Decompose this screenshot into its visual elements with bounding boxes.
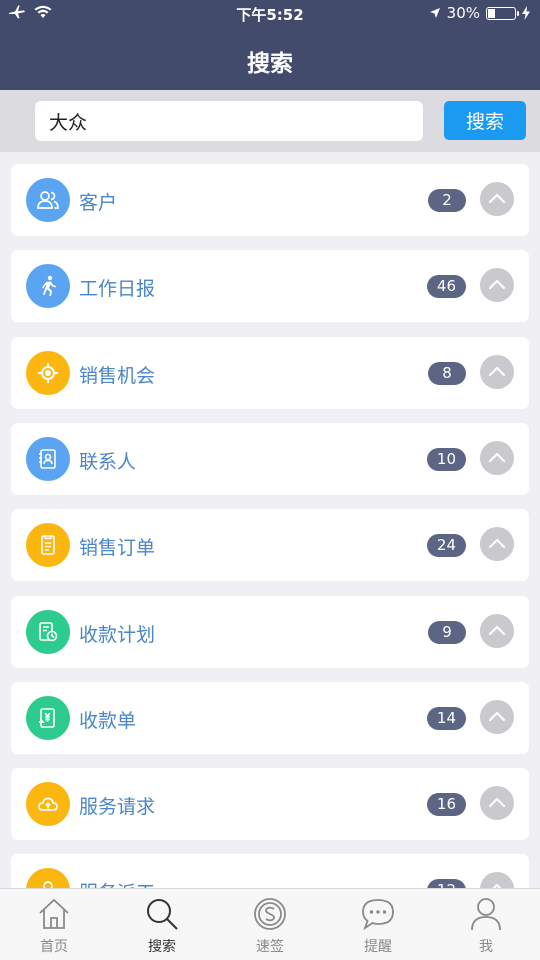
result-card[interactable]: 联系人 10 [11,422,529,495]
tab-label: 我 [479,939,493,955]
home-icon [36,896,72,932]
tab-search[interactable]: 搜索 [108,889,216,960]
result-label: 服务派工 [79,878,155,888]
profile-icon [468,896,504,932]
tab-label: 首页 [40,939,68,955]
tab-label: 搜索 [148,939,176,955]
result-list[interactable]: 客户 2 工作日报 46 销售机会 8 联系人 10 销售订单 24 收款计划 9 收款单 14 服务请求 1… [0,152,540,888]
status-right: 30% [429,4,530,22]
target-icon [26,350,70,395]
tab-chat-bubble[interactable]: 提醒 [324,889,432,960]
result-card[interactable]: 收款计划 9 [11,595,529,668]
search-button[interactable]: 搜索 [444,101,526,140]
result-card[interactable]: 工作日报 46 [11,250,529,323]
running-person-icon [26,264,70,309]
quick-sign-icon [252,896,288,932]
search-bar: 搜索 [0,90,540,152]
result-card[interactable]: 销售机会 8 [11,336,529,409]
result-label: 工作日报 [79,278,156,301]
chevron-up-icon[interactable] [480,699,514,734]
receipt-icon [26,695,70,740]
contact-card-icon [26,436,70,481]
chevron-up-icon[interactable] [480,440,514,475]
result-count-badge: 46 [426,275,466,299]
result-count-badge: 9 [428,620,466,644]
result-count-badge: 24 [426,534,466,558]
battery-percent: 30% [446,4,480,22]
tab-home[interactable]: 首页 [0,889,108,960]
result-card[interactable]: 服务派工 12 [11,854,529,888]
result-label: 销售机会 [79,364,156,387]
tab-profile[interactable]: 我 [432,889,540,960]
battery-icon [486,6,519,20]
charging-bolt-icon [522,6,530,20]
search-input[interactable] [35,101,423,141]
chevron-up-icon[interactable] [480,786,514,821]
result-label: 联系人 [79,450,137,473]
result-label: 销售订单 [79,537,156,560]
chevron-up-icon[interactable] [480,182,514,216]
chevron-up-icon[interactable] [480,872,514,888]
result-count-badge: 16 [426,793,466,817]
result-card[interactable]: 客户 2 [11,164,529,236]
search-icon [144,896,180,932]
page-title: 搜索 [247,51,293,77]
result-count-badge: 14 [426,706,466,730]
result-card[interactable]: 销售订单 24 [11,509,529,582]
result-label: 收款单 [79,709,137,732]
result-card[interactable]: 收款单 14 [11,681,529,754]
tab-quick-sign[interactable]: 速签 [216,889,324,960]
result-count-badge: 2 [428,189,466,212]
order-doc-icon [26,523,70,568]
tab-label: 提醒 [364,939,392,955]
chevron-up-icon[interactable] [480,268,514,303]
customers-icon [26,178,70,222]
result-label: 服务请求 [79,796,156,819]
chevron-up-icon[interactable] [480,613,514,648]
chevron-up-icon[interactable] [480,354,514,389]
result-count-badge: 10 [426,447,466,471]
worker-icon [26,868,70,888]
nav-bar: 搜索 [0,28,540,90]
status-bar: 下午5:52 30% [0,0,540,28]
tab-label: 速签 [256,939,284,955]
location-arrow-icon [429,8,440,18]
cloud-upload-icon [26,782,70,827]
result-count-badge: 12 [426,879,466,888]
chevron-up-icon[interactable] [480,527,514,562]
result-label: 客户 [79,192,118,214]
chat-bubble-icon [360,896,396,932]
result-card[interactable]: 服务请求 16 [11,768,529,841]
payment-plan-icon [26,609,70,654]
tab-bar: 首页 搜索 速签 提醒 我 [0,888,540,960]
result-count-badge: 8 [428,361,466,385]
battery-fill [488,8,496,18]
result-label: 收款计划 [79,623,156,646]
